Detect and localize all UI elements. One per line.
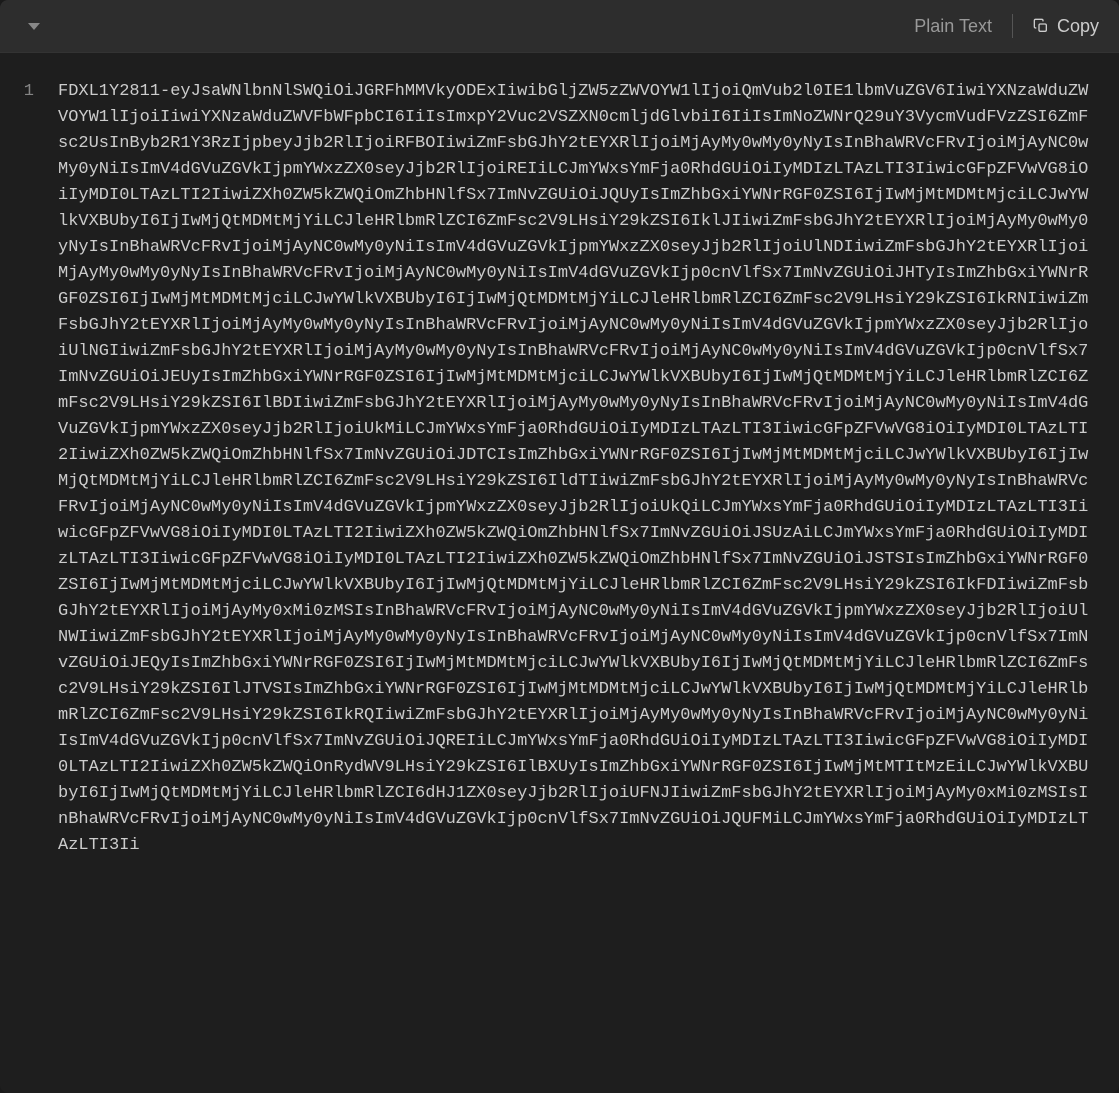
- code-block-container: Plain Text Copy 1 FDXL1Y2811-eyJsaWNlbnN…: [0, 0, 1119, 1093]
- copy-label: Copy: [1057, 16, 1099, 37]
- chevron-down-icon[interactable]: [28, 23, 40, 30]
- line-numbers-gutter: 1: [0, 79, 50, 1093]
- copy-icon: [1033, 18, 1049, 34]
- code-content[interactable]: FDXL1Y2811-eyJsaWNlbnNlSWQiOiJGRFhMMVkyO…: [50, 79, 1119, 1093]
- code-area: 1 FDXL1Y2811-eyJsaWNlbnNlSWQiOiJGRFhMMVk…: [0, 53, 1119, 1093]
- header-left: [20, 23, 40, 30]
- copy-button[interactable]: Copy: [1033, 16, 1099, 37]
- line-number: 1: [16, 79, 34, 105]
- header-divider: [1012, 14, 1013, 38]
- code-block-header: Plain Text Copy: [0, 0, 1119, 53]
- header-right: Plain Text Copy: [914, 14, 1099, 38]
- language-label[interactable]: Plain Text: [914, 16, 992, 37]
